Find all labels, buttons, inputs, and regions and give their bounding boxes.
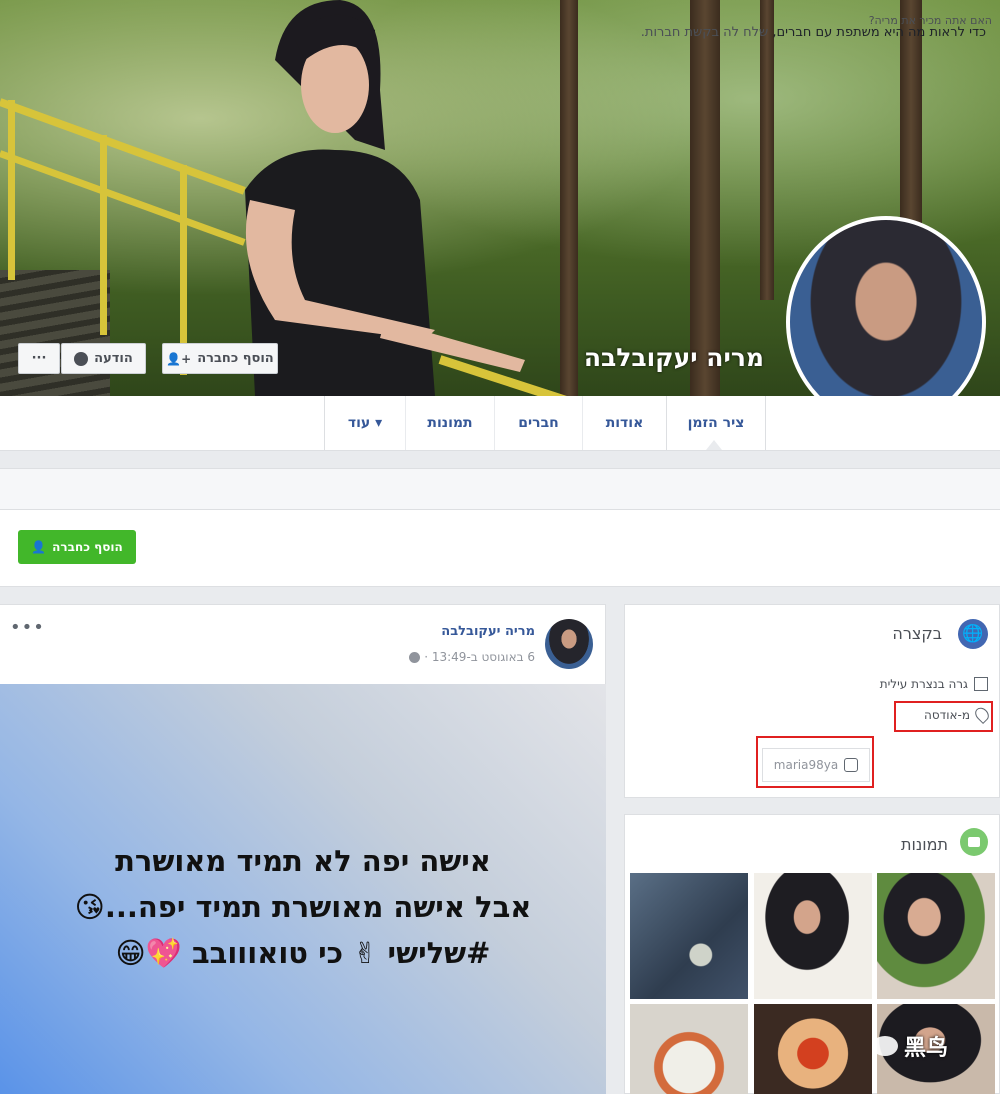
globe-icon: 🌐 [958, 619, 988, 649]
tab-more[interactable]: עוד ▾ [324, 396, 405, 450]
lives-in-text[interactable]: גרה בנצרת עילית [880, 677, 968, 691]
stairs [0, 270, 110, 396]
tab-label: תמונות [427, 415, 473, 431]
tree-trunk [560, 0, 578, 396]
railing-post [100, 135, 107, 335]
know-prompt-bar [0, 468, 1000, 510]
photo-thumbnail[interactable] [754, 1004, 872, 1094]
tab-friends[interactable]: חברים [494, 396, 582, 450]
post-text-line: #שלישי ✌ כי טואווובב 💖😁 [115, 936, 491, 970]
add-friend-label: הוסף כחברה [197, 351, 274, 366]
post-meta: 6 באוגוסט ב-13:49 · [409, 650, 535, 664]
add-friend-green-button[interactable]: 👤 הוסף כחברה [18, 530, 136, 564]
tree-trunk [760, 0, 774, 300]
message-button[interactable]: הודעה [61, 343, 146, 374]
tab-label: אודות [605, 415, 644, 431]
active-tab-indicator [706, 440, 722, 450]
watermark: 黑鸟 [872, 1030, 948, 1062]
post-author-name[interactable]: מריה יעקובלבה [441, 624, 535, 639]
post-timestamp[interactable]: 6 באוגוסט ב-13:49 · [424, 650, 535, 664]
highlight-box-from [894, 701, 993, 732]
home-icon [974, 677, 988, 691]
intro-lives-in: גרה בנצרת עילית [880, 677, 988, 691]
post-options-icon[interactable]: ••• [10, 617, 45, 638]
photo-thumbnail[interactable] [754, 873, 872, 999]
wechat-icon [872, 1036, 898, 1056]
watermark-text: 黑鸟 [904, 1036, 949, 1061]
tab-photos[interactable]: תמונות [405, 396, 494, 450]
intro-title: בקצרה [892, 624, 942, 643]
railing [0, 150, 246, 246]
globe-icon [409, 651, 421, 663]
post-text-line: אבל אישה מאושרת תמיד יפה...😘 [74, 890, 532, 924]
add-friend-button[interactable]: 👤+ הוסף כחברה [162, 343, 278, 374]
person-figure [245, 0, 525, 396]
friend-request-text: כדי לראות מה היא משתפת עם חברים, שלח לה … [641, 25, 986, 40]
add-friend-green-label: הוסף כחברה [52, 540, 123, 554]
post-text-background: אישה יפה לא תמיד מאושרת אבל אישה מאושרת … [0, 684, 606, 1094]
profile-name[interactable]: מריה יעקובלבה [584, 343, 764, 372]
tab-label: ציר הזמן [687, 415, 745, 431]
post-text-line: אישה יפה לא תמיד מאושרת [115, 844, 491, 878]
photos-title[interactable]: תמונות [901, 835, 948, 854]
add-friend-icon: 👤+ [166, 351, 192, 366]
friend-request-box [0, 510, 1000, 587]
profile-tab-bar: ציר הזמן אודות חברים תמונות עוד ▾ [0, 396, 1000, 451]
photo-thumbnail[interactable] [877, 873, 995, 999]
message-label: הודעה [94, 351, 133, 366]
more-options-button[interactable]: ··· [18, 343, 60, 374]
add-friend-icon: 👤 [31, 540, 47, 554]
friend-request-prefix: כדי לראות מה היא משתפת עם חברים, [772, 25, 986, 40]
tab-about[interactable]: אודות [582, 396, 666, 450]
messenger-icon [74, 351, 89, 366]
highlight-box-instagram [756, 736, 874, 788]
photo-thumbnail[interactable] [630, 1004, 748, 1094]
railing [0, 98, 246, 195]
tab-label: חברים [518, 415, 559, 431]
post-author-avatar[interactable] [545, 619, 593, 669]
railing-post [8, 100, 15, 280]
send-request-link[interactable]: שלח לה בקשת חברות. [641, 25, 768, 40]
photo-thumbnail[interactable] [630, 873, 748, 999]
photos-icon [960, 828, 988, 856]
tree-trunk [690, 0, 720, 396]
more-dots-icon: ··· [31, 351, 47, 366]
tab-label: עוד ▾ [347, 415, 383, 431]
